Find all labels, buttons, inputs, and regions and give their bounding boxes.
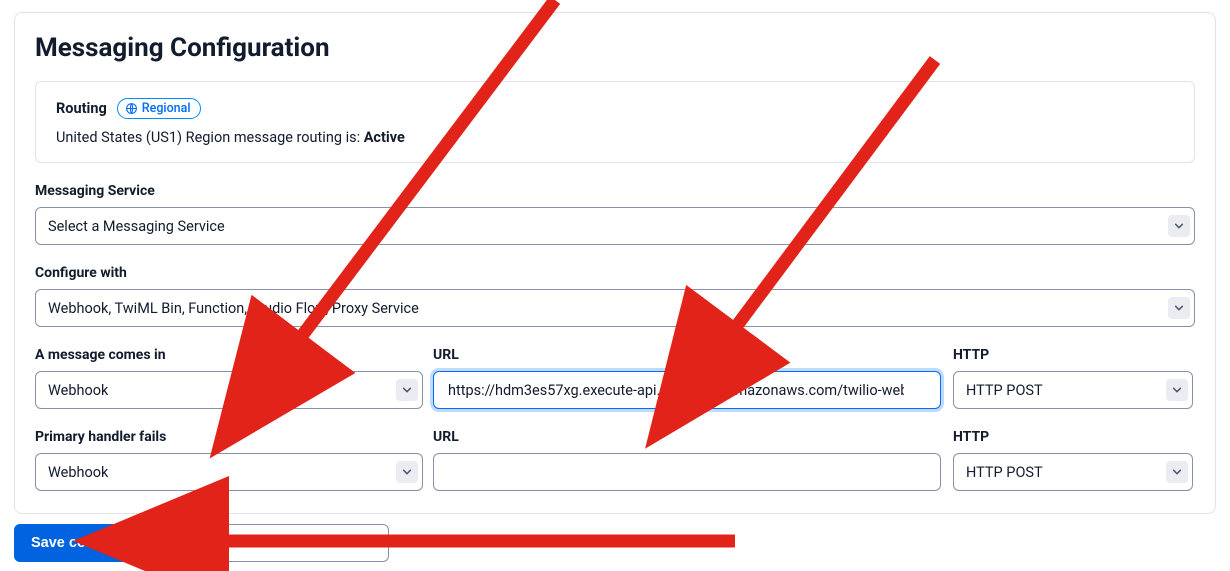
fallback-label: Primary handler fails (35, 429, 423, 445)
chevron-down-icon (1166, 379, 1188, 401)
messaging-service-select[interactable]: Select a Messaging Service (35, 207, 1195, 245)
fallback-url-label: URL (433, 429, 941, 445)
incoming-handler-select[interactable]: Webhook (35, 371, 423, 409)
routing-status: United States (US1) Region message routi… (56, 129, 1174, 146)
fallback-http-label: HTTP (953, 429, 1193, 445)
routing-box: Routing Regional United States (US1) Reg… (35, 81, 1195, 163)
page-title: Messaging Configuration (35, 33, 1195, 63)
incoming-http-label: HTTP (953, 347, 1193, 363)
fallback-http-select[interactable]: HTTP POST (953, 453, 1193, 491)
incoming-http-select[interactable]: HTTP POST (953, 371, 1193, 409)
incoming-url-input[interactable] (446, 372, 906, 408)
regional-badge-text: Regional (142, 101, 191, 116)
messaging-config-panel: Messaging Configuration Routing Regional… (14, 12, 1216, 514)
regional-badge[interactable]: Regional (117, 98, 201, 119)
incoming-label: A message comes in (35, 347, 423, 363)
globe-icon (125, 102, 138, 115)
fallback-handler-select[interactable]: Webhook (35, 453, 423, 491)
incoming-url-label: URL (433, 347, 941, 363)
configure-with-label: Configure with (35, 265, 1195, 281)
fallback-url-input[interactable] (446, 454, 906, 490)
chevron-down-icon (396, 461, 418, 483)
fallback-url-input-wrap (433, 453, 941, 491)
chevron-down-icon (396, 379, 418, 401)
routing-label: Routing (56, 100, 107, 117)
chevron-down-icon (1168, 215, 1190, 237)
configure-with-select[interactable]: Webhook, TwiML Bin, Function, Studio Flo… (35, 289, 1195, 327)
button-row: Save configuration Back to Active Number… (14, 524, 389, 562)
chevron-down-icon (1168, 297, 1190, 319)
back-button[interactable]: Back to Active Numbers (189, 524, 389, 562)
save-button[interactable]: Save configuration (14, 524, 179, 562)
messaging-service-label: Messaging Service (35, 183, 1195, 199)
incoming-url-input-wrap (433, 371, 941, 409)
chevron-down-icon (1166, 461, 1188, 483)
